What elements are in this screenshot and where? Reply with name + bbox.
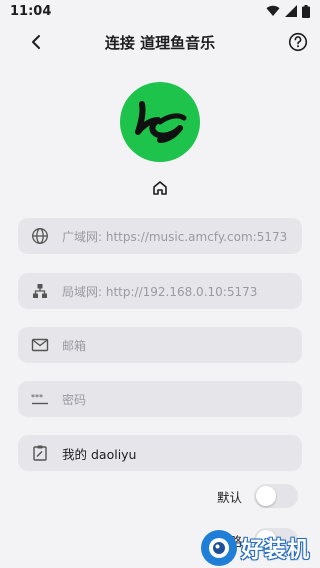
lan-icon <box>30 281 50 301</box>
lan-url-placeholder: 局域网: http://192.168.0.10:5173 <box>62 284 258 299</box>
lan-url-field[interactable]: 局域网: http://192.168.0.10:5173 <box>18 273 302 309</box>
battery-icon <box>302 4 310 18</box>
status-icons <box>266 4 310 18</box>
default-toggle[interactable] <box>254 484 298 508</box>
watermark-logo-icon <box>200 530 237 566</box>
toggle-knob <box>256 486 276 506</box>
server-name-field[interactable]: 我的 daoliyu <box>18 435 302 471</box>
svg-text:***: *** <box>31 393 43 402</box>
app-logo <box>120 82 200 162</box>
email-placeholder: 邮箱 <box>62 338 87 353</box>
help-button[interactable] <box>286 30 310 54</box>
header: 连接 道理鱼音乐 <box>0 28 320 56</box>
password-icon: *** <box>30 389 50 409</box>
mail-icon <box>30 335 50 355</box>
help-icon <box>288 32 308 52</box>
status-bar: 11:04 <box>0 0 320 22</box>
wan-url-field[interactable]: 广域网: https://music.amcfy.com:5173 <box>18 218 302 254</box>
server-name-value: 我的 daoliyu <box>62 446 137 462</box>
watermark-text: 好装机 <box>240 538 310 563</box>
password-placeholder: 密码 <box>62 392 87 407</box>
email-field[interactable]: 邮箱 <box>18 327 302 363</box>
password-field[interactable]: *** 密码 <box>18 381 302 417</box>
wifi-icon <box>266 5 280 17</box>
globe-icon <box>30 226 50 246</box>
wan-url-placeholder: 广域网: https://music.amcfy.com:5173 <box>62 229 288 244</box>
default-toggle-label: 默认 <box>216 489 242 505</box>
default-toggle-row: 默认 <box>217 482 298 510</box>
home-icon[interactable] <box>151 179 169 197</box>
signal-icon <box>285 5 297 17</box>
fish-logo-icon <box>135 101 187 143</box>
page-title: 连接 道理鱼音乐 <box>104 34 216 52</box>
clipboard-icon <box>30 443 50 463</box>
watermark: 好装机 <box>180 528 320 568</box>
status-time: 11:04 <box>10 3 52 19</box>
